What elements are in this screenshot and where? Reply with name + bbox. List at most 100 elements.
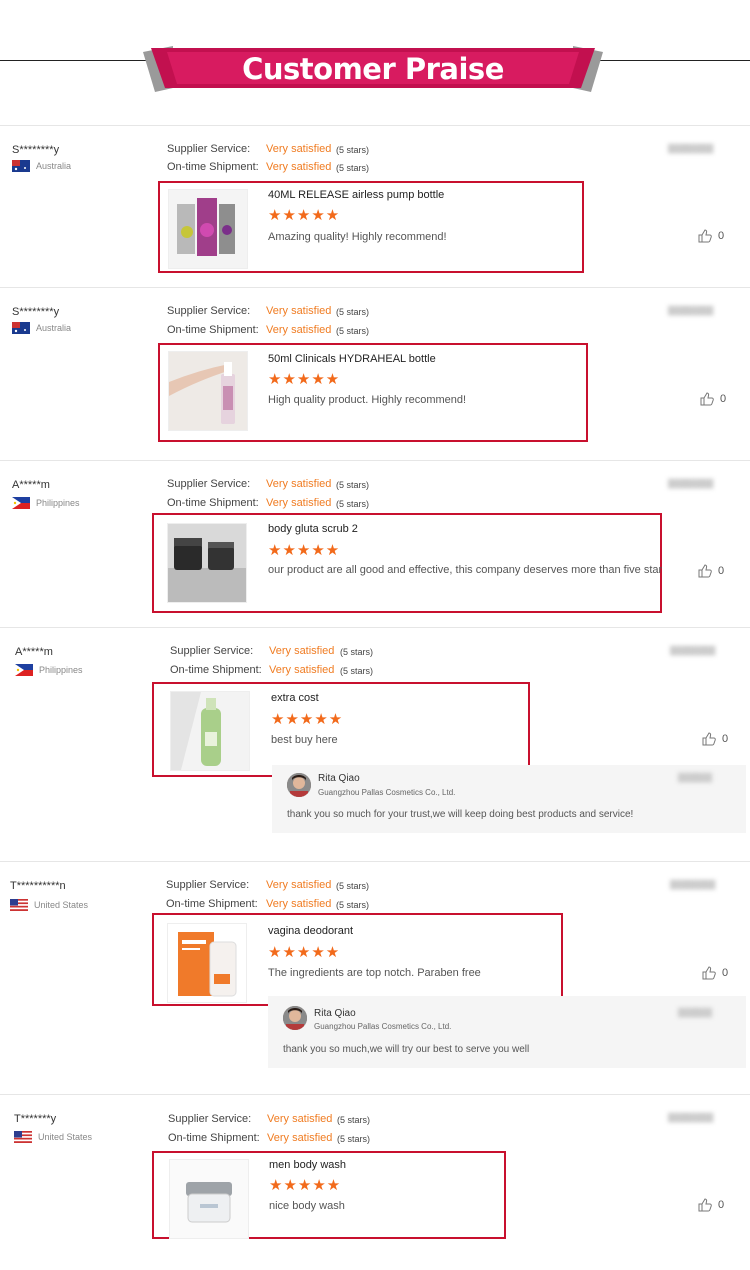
avatar [287,773,311,797]
review-item: T*******y United States Supplier Service… [0,1094,750,1245]
supplier-service-label: Supplier Service: [167,305,251,317]
thumbs-up-icon [702,732,716,746]
shipment-value: Very satisfied [266,161,332,173]
product-name[interactable]: vagina deodorant [268,925,353,937]
country-label: Australia [36,161,72,171]
product-thumbnail[interactable] [167,523,247,603]
reviewer-country: Philippines [15,664,83,676]
rating-stars: ★★★★★ [268,207,341,224]
like-count: 0 [722,967,729,979]
supplier-service-label: Supplier Service: [170,645,254,657]
supplier-service-stars: (5 stars) [340,647,374,657]
philippines-flag-icon [15,664,33,676]
product-thumbnail[interactable] [167,923,247,1003]
like-button[interactable]: 0 [702,732,728,746]
supplier-service-stars: (5 stars) [336,307,370,317]
supplier-service-label: Supplier Service: [167,478,251,490]
supplier-service-label: Supplier Service: [168,1113,252,1125]
usa-flag-icon [14,1131,32,1143]
reviewer-name: S********y [12,144,60,156]
review-comment: our product are all good and effective, … [268,564,663,576]
shipment-stars: (5 stars) [340,666,374,676]
supplier-service-label: Supplier Service: [167,143,251,155]
review-comment: nice body wash [269,1200,345,1212]
avatar [283,1006,307,1030]
country-label: Australia [36,323,72,333]
supplier-service-stars: (5 stars) [337,1115,371,1125]
reply-date: ██████ [678,1008,713,1017]
review-comment: The ingredients are top notch. Paraben f… [268,967,481,979]
country-label: Philippines [39,665,83,675]
reviewer-name: A*****m [12,479,50,491]
like-button[interactable]: 0 [700,392,726,406]
rating-stars: ★★★★★ [268,542,341,559]
review-date: ████████ [668,144,714,153]
thumbs-up-icon [698,1198,712,1212]
review-item: A*****m Philippines Supplier Service: Ve… [0,627,750,862]
reply-author-name: Rita Qiao [318,773,360,784]
reply-author-name: Rita Qiao [314,1008,356,1019]
shipment-label: On-time Shipment: [167,497,259,509]
product-box[interactable]: men body wash ★★★★★ nice body wash [152,1151,506,1239]
product-name[interactable]: body gluta scrub 2 [268,523,358,535]
product-name[interactable]: 50ml Clinicals HYDRAHEAL bottle [268,353,436,365]
review-item: S********y Australia Supplier Service: V… [0,125,750,288]
shipment-label: On-time Shipment: [170,664,262,676]
shipment-value: Very satisfied [266,324,332,336]
supplier-service-stars: (5 stars) [336,881,370,891]
page-title: Customer Praise [242,52,504,86]
reply-text: thank you so much,we will try our best t… [283,1044,530,1055]
shipment-stars: (5 stars) [336,499,370,509]
philippines-flag-icon [12,497,30,509]
supplier-service-label: Supplier Service: [166,879,250,891]
supplier-service-value: Very satisfied [266,143,332,155]
reviewer-name: S********y [12,306,60,318]
shipment-stars: (5 stars) [336,163,370,173]
product-box[interactable]: body gluta scrub 2 ★★★★★ our product are… [152,513,662,613]
reviewer-name: A*****m [15,646,53,658]
product-thumbnail[interactable] [169,1159,249,1239]
product-box[interactable]: vagina deodorant ★★★★★ The ingredients a… [152,913,563,1006]
product-name[interactable]: men body wash [269,1159,346,1171]
product-box[interactable]: 40ML RELEASE airless pump bottle ★★★★★ A… [158,181,584,273]
australia-flag-icon [12,160,30,172]
review-date: ████████ [668,1113,714,1122]
product-box[interactable]: 50ml Clinicals HYDRAHEAL bottle ★★★★★ Hi… [158,343,588,442]
like-button[interactable]: 0 [698,564,724,578]
like-button[interactable]: 0 [698,229,724,243]
product-thumbnail[interactable] [170,691,250,771]
review-item: A*****m Philippines Supplier Service: Ve… [0,460,750,628]
thumbs-up-icon [700,392,714,406]
review-comment: best buy here [271,734,338,746]
thumbs-up-icon [698,229,712,243]
rating-stars: ★★★★★ [269,1177,342,1194]
country-label: Philippines [36,498,80,508]
product-box[interactable]: extra cost ★★★★★ best buy here [152,682,530,777]
product-thumbnail[interactable] [168,189,248,269]
shipment-label: On-time Shipment: [167,161,259,173]
country-label: United States [38,1132,93,1142]
product-name[interactable]: extra cost [271,692,319,704]
product-name[interactable]: 40ML RELEASE airless pump bottle [268,189,444,201]
thumbs-up-icon [702,966,716,980]
shipment-label: On-time Shipment: [168,1132,260,1144]
reply-text: thank you so much for your trust,we will… [287,809,634,820]
reviewer-country: Australia [12,160,71,172]
like-button[interactable]: 0 [702,966,728,980]
like-count: 0 [718,565,725,577]
reply-company: Guangzhou Pallas Cosmetics Co., Ltd. [314,1022,452,1031]
review-item: S********y Australia Supplier Service: V… [0,287,750,461]
review-date: ████████ [670,880,716,889]
reviewer-country: United States [10,899,88,911]
product-thumbnail[interactable] [168,351,248,431]
reply-company: Guangzhou Pallas Cosmetics Co., Ltd. [318,788,456,797]
reviewer-name: T**********n [10,880,66,892]
usa-flag-icon [10,899,28,911]
shipment-label: On-time Shipment: [166,898,258,910]
shipment-value: Very satisfied [269,664,335,676]
supplier-service-value: Very satisfied [267,1113,333,1125]
review-comment: High quality product. Highly recommend! [268,394,467,406]
shipment-stars: (5 stars) [337,1134,371,1144]
like-button[interactable]: 0 [698,1198,724,1212]
rating-stars: ★★★★★ [271,711,344,728]
